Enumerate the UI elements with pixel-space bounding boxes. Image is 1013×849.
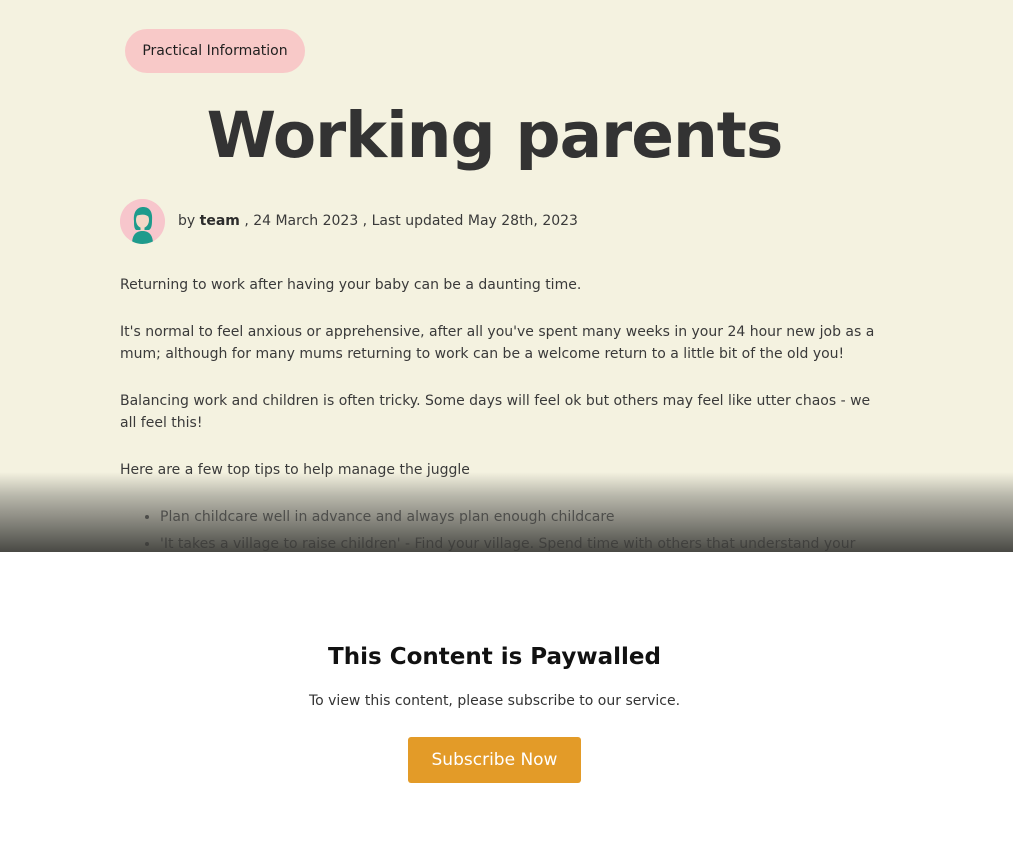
avatar-person-icon [120, 198, 165, 244]
article-title: Working parents [206, 99, 784, 172]
paywall-message: To view this content, please subscribe t… [308, 693, 681, 709]
paragraph: It's normal to feel anxious or apprehens… [120, 324, 875, 362]
byline-prefix: by [178, 213, 196, 229]
paywall-panel: This Content is Paywalled To view this c… [0, 552, 1013, 849]
article-meta: by team , 24 March 2023 , Last updated M… [178, 213, 578, 229]
author-avatar [120, 198, 165, 244]
paragraph: Returning to work after having your baby… [120, 277, 582, 293]
byline: by team , 24 March 2023 , Last updated M… [120, 198, 578, 244]
paragraph: Here are a few top tips to help manage t… [120, 462, 470, 478]
subscribe-button[interactable]: Subscribe Now [408, 737, 581, 783]
list-item: Plan childcare well in advance and alway… [160, 506, 880, 528]
tips-list: Plan childcare well in advance and alway… [120, 506, 880, 552]
article-body: Returning to work after having your baby… [120, 274, 880, 552]
article-area: Practical Information Working parents by… [0, 0, 1013, 552]
category-tag[interactable]: Practical Information [125, 29, 305, 73]
author-name[interactable]: team [200, 213, 240, 229]
publish-dates: , 24 March 2023 , Last updated May 28th,… [244, 213, 578, 229]
paywall-title: This Content is Paywalled [328, 644, 661, 670]
paragraph: Balancing work and children is often tri… [120, 393, 871, 431]
list-item: 'It takes a village to raise children' -… [160, 533, 880, 552]
